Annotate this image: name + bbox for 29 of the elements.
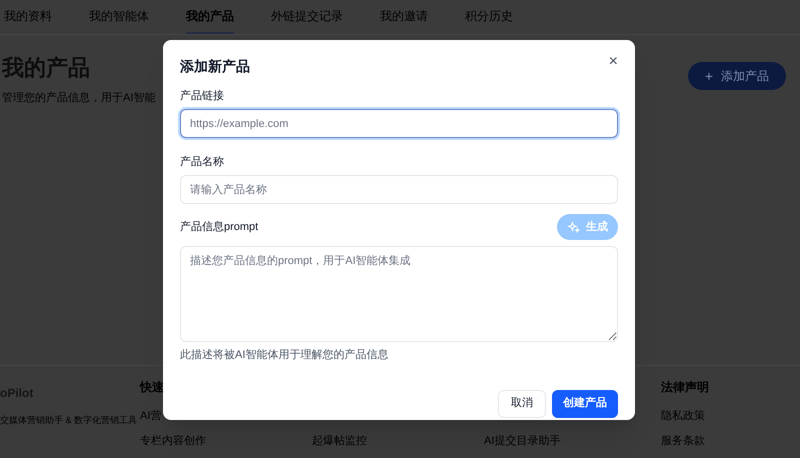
footer-link[interactable]: 起爆帖监控 (312, 433, 367, 450)
prompt-textarea[interactable]: 描述您产品信息的prompt，用于AI智能体集成 (180, 246, 618, 342)
footer-link[interactable]: 服务条款 (661, 433, 705, 450)
nav-tab[interactable]: 积分历史 (465, 0, 513, 34)
footer-link[interactable]: 专栏内容创作 (140, 433, 206, 450)
create-button[interactable]: 创建产品 (552, 390, 618, 418)
field-label: 产品链接 (180, 88, 224, 104)
footer-link[interactable]: 隐私政策 (661, 408, 705, 424)
add-product-button[interactable]: + 添加产品 (688, 62, 786, 90)
nav-tab[interactable]: 我的产品 (186, 0, 234, 34)
text-input[interactable]: https://example.com (180, 109, 618, 138)
sparkle-icon (567, 220, 580, 234)
close-button[interactable]: × (608, 54, 618, 70)
nav-tab[interactable]: 外链提交记录 (271, 0, 343, 34)
help-text: 此描述将被AI智能体用于理解您的产品信息 (180, 348, 390, 363)
field-label: 产品信息prompt (180, 220, 258, 235)
footer-link[interactable]: AI提交目录助手 (484, 433, 560, 450)
footer-heading: 快速 (140, 379, 164, 396)
nav-tab[interactable]: 我的智能体 (89, 0, 149, 34)
cancel-button[interactable]: 取消 (498, 390, 546, 418)
page-subtitle: 管理您的产品信息，用于AI智能 (2, 90, 156, 106)
nav-tab[interactable]: 我的邀请 (380, 0, 428, 34)
brand-tagline: 交媒体营销助手 & 数字化营销工具 (0, 414, 138, 426)
dialog-title: 添加新产品 (180, 57, 250, 76)
field-label: 产品名称 (180, 154, 224, 170)
nav-tab[interactable]: 我的资料 (4, 0, 52, 34)
plus-icon: + (704, 66, 713, 86)
footer-heading: 法律声明 (661, 379, 709, 396)
footer-link[interactable]: AI营 (140, 408, 162, 424)
